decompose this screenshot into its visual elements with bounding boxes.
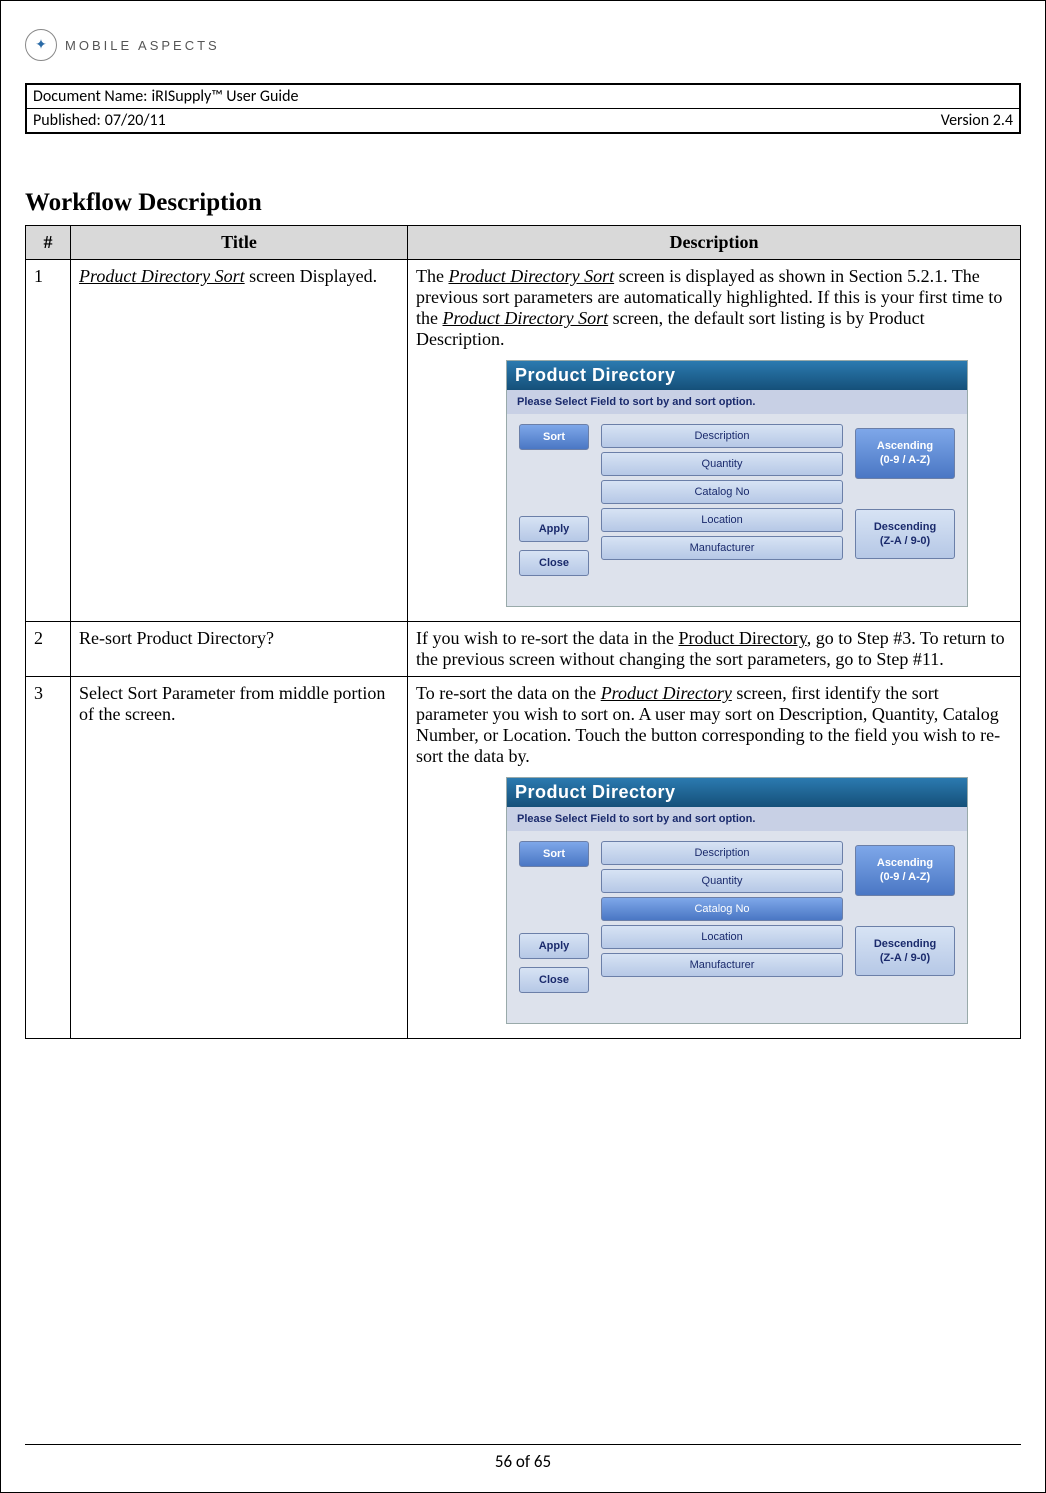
ui-prompt: Please Select Field to sort by and sort … [507, 390, 967, 414]
row-title: Product Directory Sort screen Displayed. [71, 260, 408, 622]
row-desc: The Product Directory Sort screen is dis… [408, 260, 1021, 622]
ui-screenshot-select: Product Directory Please Select Field to… [506, 777, 968, 1024]
ui-title: Product Directory [507, 361, 967, 390]
sort-button[interactable]: Sort [519, 424, 589, 450]
table-row: 2 Re-sort Product Directory? If you wish… [26, 622, 1021, 677]
logo-block: ✦ MOBILE ASPECTS [25, 29, 1021, 61]
apply-button[interactable]: Apply [519, 516, 589, 542]
document-page: ✦ MOBILE ASPECTS Document Name: iRISuppl… [0, 0, 1046, 1493]
logo-icon: ✦ [25, 29, 57, 61]
field-description-button[interactable]: Description [601, 841, 843, 865]
published-label: Published: [33, 111, 101, 130]
row-title: Re-sort Product Directory? [71, 622, 408, 677]
col-header-num: # [26, 226, 71, 260]
table-row: 1 Product Directory Sort screen Displaye… [26, 260, 1021, 622]
ui-middle-col: Description Quantity Catalog No Location… [601, 841, 843, 977]
ascending-button[interactable]: Ascending (0-9 / A-Z) [855, 428, 955, 479]
ascending-button[interactable]: Ascending (0-9 / A-Z) [855, 845, 955, 896]
ui-left-col: Sort Apply Close [519, 841, 589, 993]
ui-right-col: Ascending (0-9 / A-Z) Descending (Z-A / … [855, 428, 955, 559]
row-desc: If you wish to re-sort the data in the P… [408, 622, 1021, 677]
ui-middle-col: Description Quantity Catalog No Location… [601, 424, 843, 560]
doc-meta-box: Document Name: iRISupply™ User Guide Pub… [25, 83, 1021, 134]
row-num: 3 [26, 677, 71, 1039]
table-row: 3 Select Sort Parameter from middle port… [26, 677, 1021, 1039]
col-header-desc: Description [408, 226, 1021, 260]
col-header-title: Title [71, 226, 408, 260]
row-num: 2 [26, 622, 71, 677]
version-label: Version 2.4 [941, 111, 1013, 130]
field-quantity-button[interactable]: Quantity [601, 452, 843, 476]
ui-body: Sort Apply Close Description Quantity Ca… [507, 414, 967, 606]
field-catalogno-button[interactable]: Catalog No [601, 480, 843, 504]
close-button[interactable]: Close [519, 550, 589, 576]
doc-published-row: Published: 07/20/11 Version 2.4 [27, 109, 1019, 132]
section-heading: Workflow Description [25, 189, 1021, 217]
descending-button[interactable]: Descending (Z-A / 9-0) [855, 509, 955, 560]
ui-body: Sort Apply Close Description Quantity Ca… [507, 831, 967, 1023]
row-title: Select Sort Parameter from middle portio… [71, 677, 408, 1039]
ui-left-col: Sort Apply Close [519, 424, 589, 576]
field-quantity-button[interactable]: Quantity [601, 869, 843, 893]
ui-prompt: Please Select Field to sort by and sort … [507, 807, 967, 831]
ui-screenshot-default: Product Directory Please Select Field to… [506, 360, 968, 607]
doc-name-value: iRISupply™ User Guide [151, 87, 298, 106]
workflow-table: # Title Description 1 Product Directory … [25, 225, 1021, 1039]
apply-button[interactable]: Apply [519, 933, 589, 959]
ui-title: Product Directory [507, 778, 967, 807]
descending-button[interactable]: Descending (Z-A / 9-0) [855, 926, 955, 977]
field-catalogno-button[interactable]: Catalog No [601, 897, 843, 921]
ui-right-col: Ascending (0-9 / A-Z) Descending (Z-A / … [855, 845, 955, 976]
close-button[interactable]: Close [519, 967, 589, 993]
field-manufacturer-button[interactable]: Manufacturer [601, 953, 843, 977]
row-num: 1 [26, 260, 71, 622]
page-number: 56 of 65 [25, 1444, 1021, 1472]
row-desc: To re-sort the data on the Product Direc… [408, 677, 1021, 1039]
sort-button[interactable]: Sort [519, 841, 589, 867]
doc-name-label: Document Name: [33, 87, 147, 106]
field-manufacturer-button[interactable]: Manufacturer [601, 536, 843, 560]
logo-text: MOBILE ASPECTS [65, 38, 220, 53]
field-location-button[interactable]: Location [601, 508, 843, 532]
doc-name-row: Document Name: iRISupply™ User Guide [27, 85, 1019, 109]
field-location-button[interactable]: Location [601, 925, 843, 949]
field-description-button[interactable]: Description [601, 424, 843, 448]
published-value: 07/20/11 [105, 111, 166, 130]
